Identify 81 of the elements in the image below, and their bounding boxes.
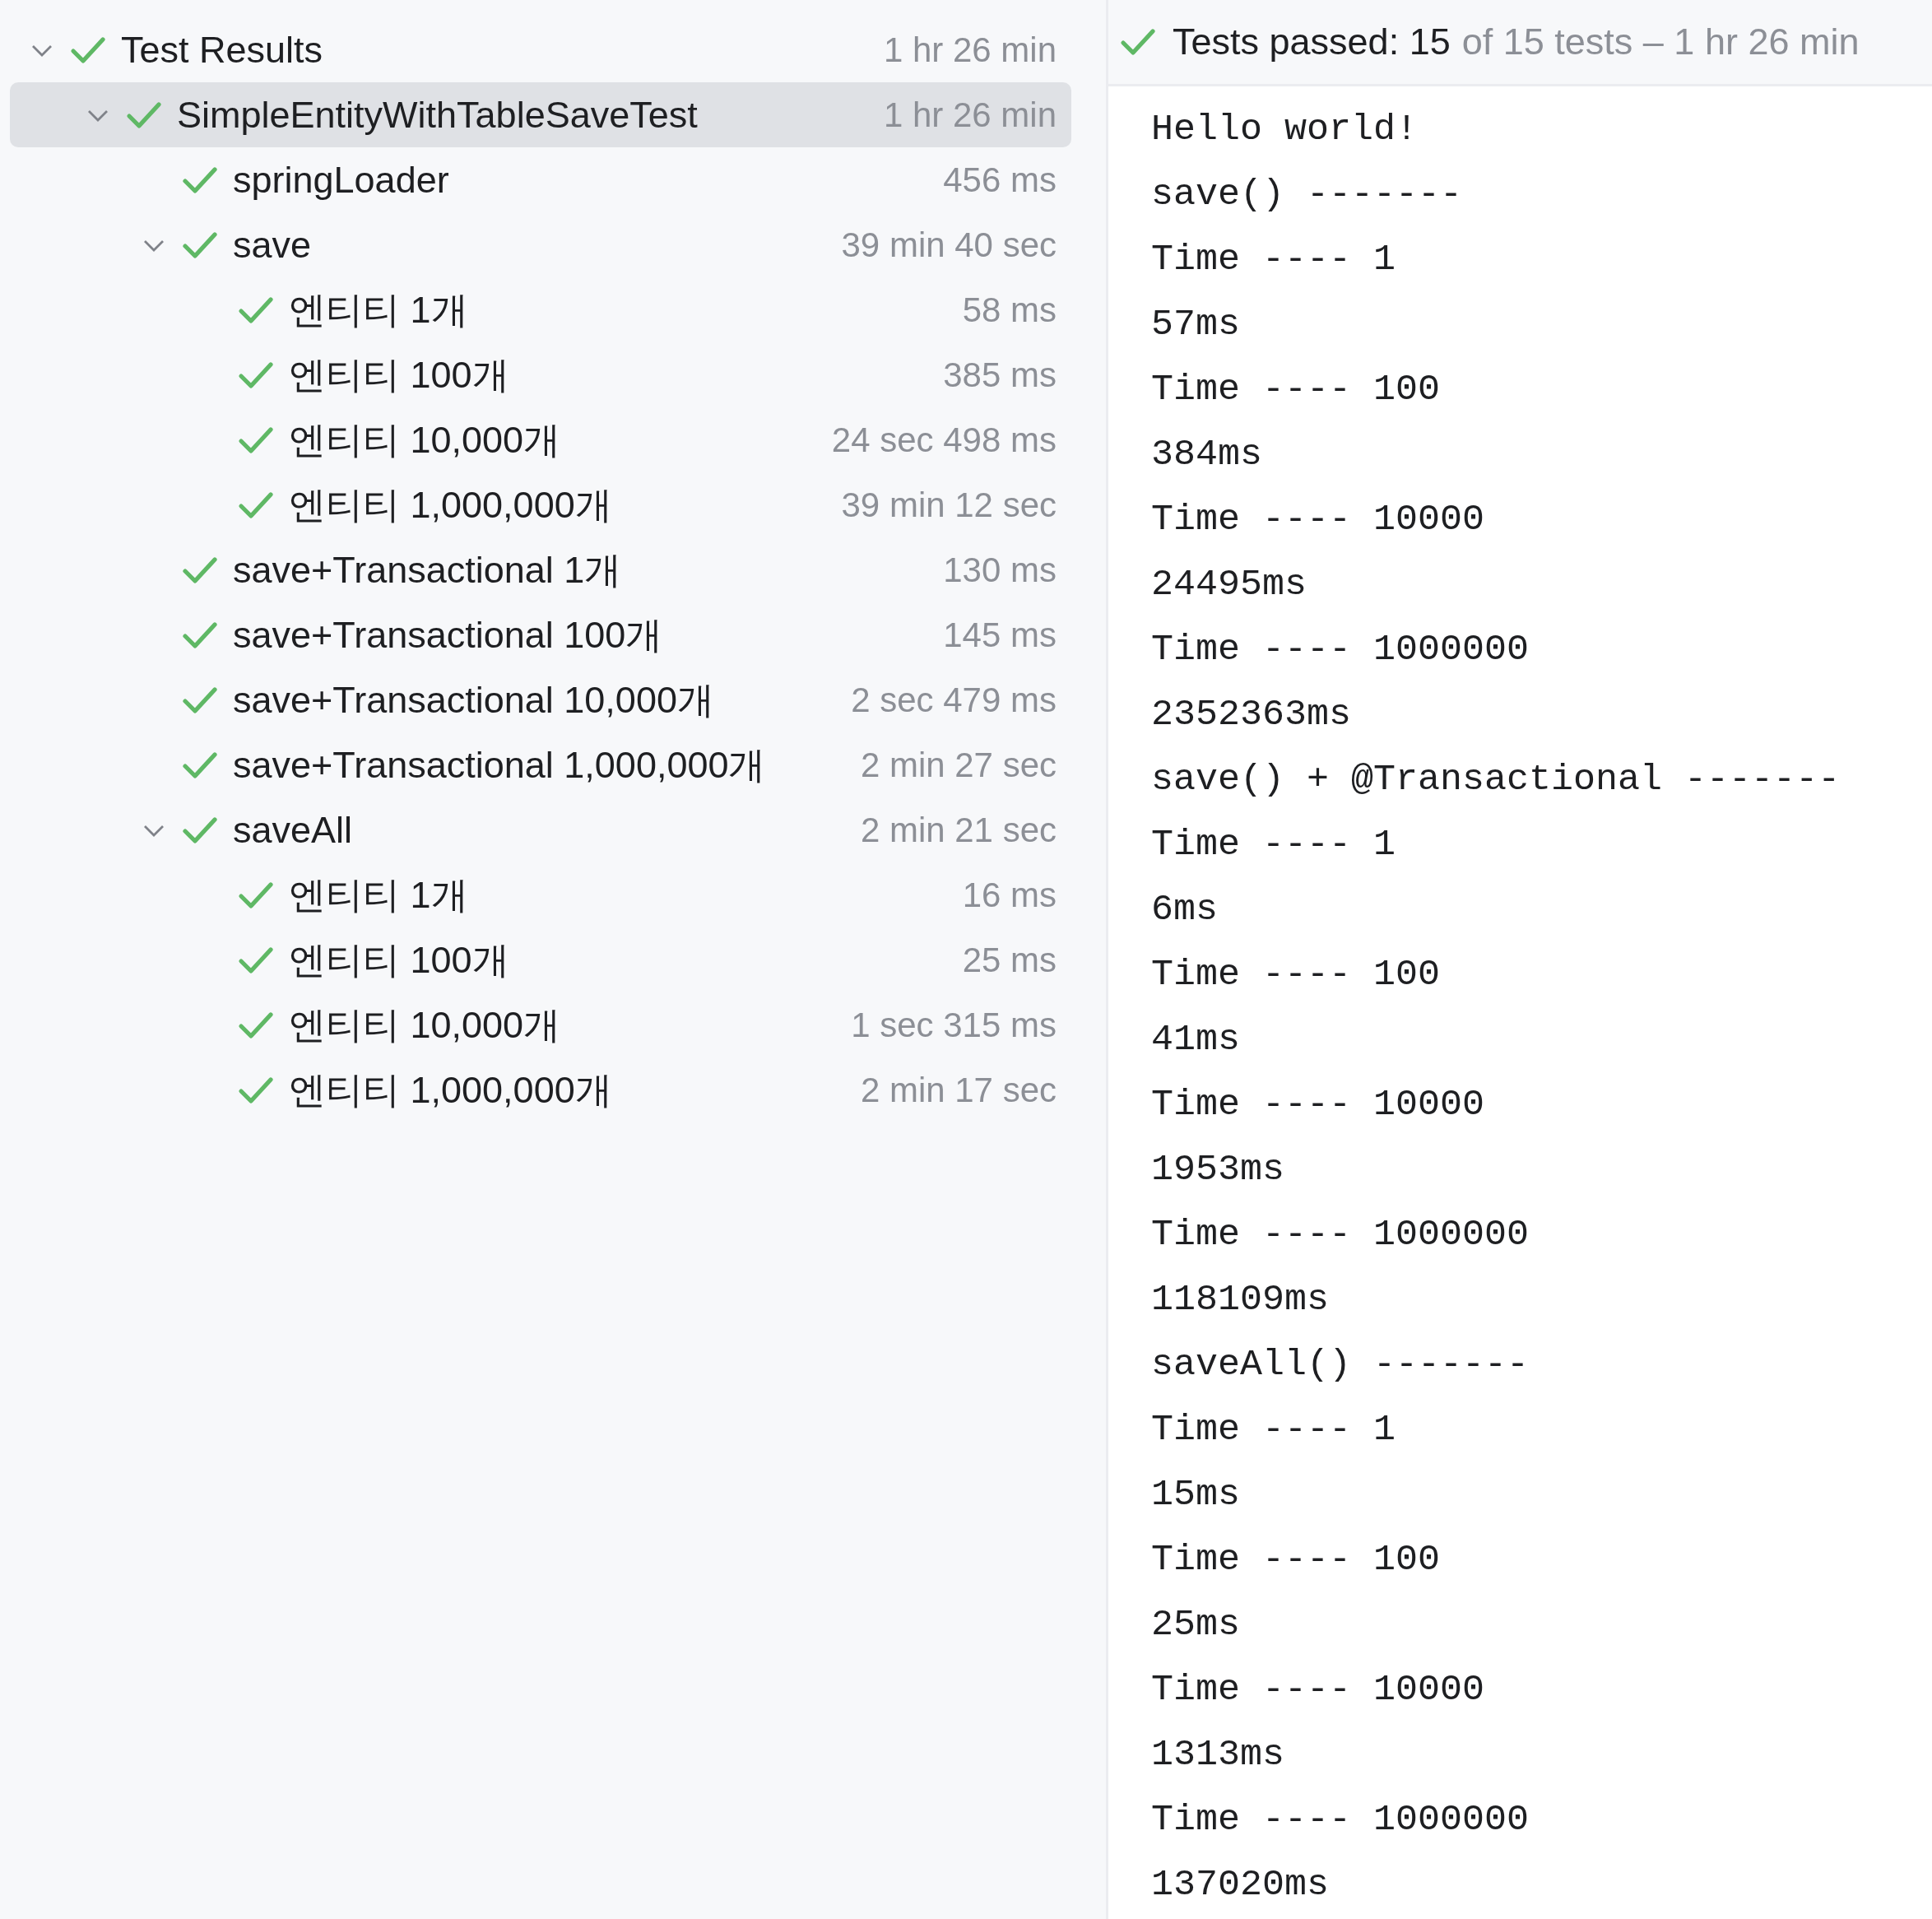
tree-row[interactable]: 엔티티 1개 16 ms (10, 862, 1071, 927)
test-duration: 2 min 17 sec (860, 1070, 1057, 1110)
test-name: save+Transactional 10,000개 (233, 677, 714, 723)
test-duration: 456 ms (943, 160, 1057, 200)
console-line: save() + @Transactional ------- (1151, 758, 1841, 802)
summary-label: Tests passed: 15 (1173, 21, 1451, 63)
console-line: 1953ms (1151, 1148, 1286, 1192)
tree-row[interactable]: save+Transactional 1개 130 ms (10, 537, 1071, 602)
tree-row[interactable]: 엔티티 1,000,000개 2 min 17 sec (10, 1057, 1071, 1122)
tree-row[interactable]: 엔티티 100개 25 ms (10, 927, 1071, 992)
test-duration: 2 sec 479 ms (851, 680, 1057, 720)
console-line: save() ------- (1151, 173, 1464, 217)
console-line: 57ms (1151, 303, 1242, 347)
console-line: 6ms (1151, 888, 1219, 932)
test-name: Test Results (121, 28, 323, 72)
console-line: Time ---- 1000000 (1151, 1798, 1530, 1842)
tree-row[interactable]: 엔티티 1,000,000개 39 min 12 sec (10, 472, 1071, 537)
test-name: 엔티티 10,000개 (289, 1002, 561, 1048)
tree-row[interactable]: saveAll 2 min 21 sec (10, 797, 1071, 862)
console-line: Time ---- 1000000 (1151, 1213, 1530, 1257)
test-name: save+Transactional 100개 (233, 612, 663, 657)
test-duration: 385 ms (943, 355, 1057, 395)
tree-row[interactable]: springLoader 456 ms (10, 147, 1071, 212)
console-line: Time ---- 1 (1151, 1408, 1397, 1452)
tree-row[interactable]: save 39 min 40 sec (10, 212, 1071, 277)
console-line: Time ---- 10000 (1151, 498, 1486, 542)
summary-detail: of 15 tests – 1 hr 26 min (1461, 21, 1860, 63)
test-duration: 1 hr 26 min (883, 95, 1057, 135)
tree-row[interactable]: save+Transactional 10,000개 2 sec 479 ms (10, 667, 1071, 732)
test-name: 엔티티 100개 (289, 352, 509, 397)
console-line: saveAll() ------- (1151, 1343, 1530, 1387)
test-duration: 2 min 21 sec (860, 810, 1057, 850)
console-line: Time ---- 1 (1151, 238, 1397, 282)
test-name: 엔티티 100개 (289, 937, 509, 983)
console-line: 384ms (1151, 433, 1264, 477)
tree-row[interactable]: Test Results 1 hr 26 min (10, 17, 1071, 82)
test-name: save+Transactional 1개 (233, 547, 622, 592)
console-line: 137020ms (1151, 1863, 1331, 1907)
console-line: Time ---- 10000 (1151, 1668, 1486, 1712)
test-name: 엔티티 1,000,000개 (289, 1067, 612, 1113)
console-line: 1313ms (1151, 1733, 1286, 1777)
console-line: Hello world! (1151, 108, 1419, 152)
tree-row[interactable]: SimpleEntityWithTableSaveTest 1 hr 26 min (10, 82, 1071, 147)
test-name: save+Transactional 1,000,000개 (233, 742, 766, 788)
tree-row[interactable]: save+Transactional 100개 145 ms (10, 602, 1071, 667)
console-line: Time ---- 100 (1151, 1538, 1442, 1582)
test-duration: 130 ms (943, 550, 1057, 590)
test-name: saveAll (233, 808, 353, 852)
console-line: Time ---- 10000 (1151, 1083, 1486, 1127)
test-duration: 24 sec 498 ms (831, 420, 1057, 460)
tree-row[interactable]: 엔티티 1개 58 ms (10, 277, 1071, 342)
console-line: Time ---- 1000000 (1151, 628, 1530, 672)
test-duration: 58 ms (962, 290, 1057, 330)
test-duration: 16 ms (962, 875, 1057, 915)
test-duration: 39 min 12 sec (841, 485, 1057, 525)
test-name: save (233, 223, 312, 267)
console-line: Time ---- 1 (1151, 823, 1397, 867)
test-name: 엔티티 1개 (289, 287, 468, 332)
test-name: 엔티티 10,000개 (289, 417, 561, 462)
test-duration: 2 min 27 sec (860, 745, 1057, 785)
test-name: 엔티티 1,000,000개 (289, 482, 612, 527)
console-line: 15ms (1151, 1473, 1242, 1517)
tree-row[interactable]: 엔티티 100개 385 ms (10, 342, 1071, 407)
test-duration: 25 ms (962, 940, 1057, 980)
console-line: 41ms (1151, 1018, 1242, 1062)
test-duration: 1 sec 315 ms (851, 1005, 1057, 1045)
test-name: 엔티티 1개 (289, 872, 468, 918)
console-line: 2352363ms (1151, 693, 1353, 737)
test-duration: 1 hr 26 min (883, 30, 1057, 70)
test-name: springLoader (233, 158, 449, 202)
console-line: 25ms (1151, 1603, 1242, 1647)
console-line: 118109ms (1151, 1278, 1331, 1322)
tree-row[interactable]: save+Transactional 1,000,000개 2 min 27 sec (10, 732, 1071, 797)
tree-row[interactable]: 엔티티 10,000개 24 sec 498 ms (10, 407, 1071, 472)
test-duration: 145 ms (943, 615, 1057, 655)
console-line: 24495ms (1151, 563, 1308, 607)
console-line: Time ---- 100 (1151, 953, 1442, 997)
test-duration: 39 min 40 sec (841, 225, 1057, 265)
test-name: SimpleEntityWithTableSaveTest (177, 93, 698, 137)
tree-row[interactable]: 엔티티 10,000개 1 sec 315 ms (10, 992, 1071, 1057)
console-line: Time ---- 100 (1151, 368, 1442, 412)
